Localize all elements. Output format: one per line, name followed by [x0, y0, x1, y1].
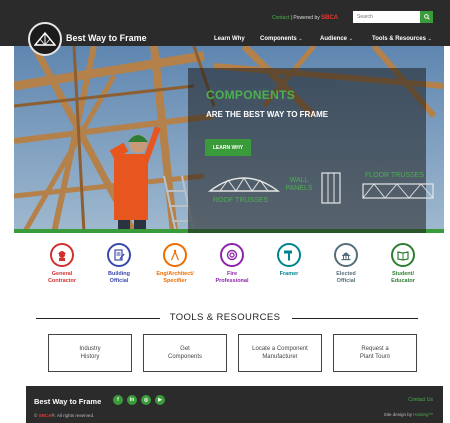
utility-separator: |	[290, 15, 292, 21]
site-title[interactable]: Best Way to Frame	[66, 33, 147, 43]
site-logo[interactable]	[28, 22, 62, 56]
audience-general-contractor[interactable]: General Contractor	[37, 243, 87, 285]
wall-panels-label-line2: PANELS	[285, 185, 313, 192]
tool-label-line1: Industry	[79, 346, 101, 352]
instagram-icon[interactable]: ◎	[141, 395, 151, 405]
tool-plant-tour[interactable]: Request a Plant Tour¤	[333, 334, 417, 372]
search-button[interactable]	[420, 11, 433, 23]
hardhat-person-icon	[50, 243, 74, 267]
search-icon	[423, 14, 430, 20]
footer-brand[interactable]: Best Way to Frame	[34, 397, 101, 406]
tool-label-line2: Manufacturer	[262, 354, 298, 360]
linkedin-icon[interactable]: in	[127, 395, 137, 405]
tool-label-line2: History	[80, 354, 100, 360]
tools-resources-heading: TOOLS & RESOURCES	[169, 312, 281, 323]
audience-label-line2: Official	[109, 278, 129, 284]
truss-logo-icon	[34, 32, 56, 46]
tool-label-line1: Get	[180, 346, 190, 352]
audience-fire-professional[interactable]: Fire Professional	[207, 243, 257, 285]
hammer-icon	[277, 243, 301, 267]
audience-label-line1: Elected	[336, 271, 356, 277]
audience-engineer-architect[interactable]: Eng/Architect/ Specifier	[150, 243, 200, 285]
book-icon	[391, 243, 415, 267]
site-footer: Best Way to Frame f in ◎ ▶ © SBCA®. All …	[26, 386, 443, 423]
utility-bar: Contact | Powered by SBCA	[272, 15, 338, 21]
wall-panels-label-line1: WALL	[289, 177, 309, 184]
audience-label: Building Official	[94, 271, 144, 285]
audience-label: Eng/Architect/ Specifier	[150, 271, 200, 285]
nav-label: Learn Why	[214, 36, 245, 42]
audience-label-line2: Specifier	[163, 278, 187, 284]
audience-label-line2: Professional	[215, 278, 249, 284]
document-pen-icon	[107, 243, 131, 267]
tool-label-line2: Plant Tour¤	[359, 354, 391, 360]
floor-truss-icon	[362, 183, 434, 199]
audience-label: Framer	[264, 271, 314, 278]
floor-trusses-label[interactable]: FLOOR TRUSSES	[365, 172, 424, 180]
roof-trusses-label[interactable]: ROOF TRUSSES	[213, 197, 268, 205]
site-design-credit: Site design by Hosting™	[384, 412, 433, 417]
tool-get-components[interactable]: Get Components	[143, 334, 227, 372]
lifebuoy-icon	[220, 243, 244, 267]
audience-elected-official[interactable]: Elected Official	[321, 243, 371, 285]
contact-link[interactable]: Contact	[272, 15, 289, 21]
footer-contact-link[interactable]: Contact Us	[408, 397, 433, 403]
design-credit-link[interactable]: Hosting™	[413, 412, 433, 417]
nav-components[interactable]: Components ⌄	[260, 36, 303, 42]
copyright-symbol: ©	[34, 413, 38, 418]
copyright: © SBCA®. All rights reserved.	[34, 413, 94, 418]
capitol-icon	[334, 243, 358, 267]
design-credit-text: Site design by	[383, 412, 412, 417]
hero-title: COMPONENTS	[206, 88, 296, 102]
audience-label: Student/ Educator	[378, 271, 428, 285]
nav-audience[interactable]: Audience ⌄	[320, 36, 353, 42]
youtube-icon[interactable]: ▶	[155, 395, 165, 405]
tool-label-line1: Request a	[361, 346, 389, 352]
audience-label: General Contractor	[37, 271, 87, 285]
powered-by-text: Powered by	[293, 15, 320, 21]
audience-label-line1: Eng/Architect/	[156, 271, 194, 277]
chevron-down-icon: ⌄	[348, 36, 353, 42]
tool-industry-history[interactable]: Industry History	[48, 334, 132, 372]
facebook-icon[interactable]: f	[113, 395, 123, 405]
audience-student-educator[interactable]: Student/ Educator	[378, 243, 428, 285]
audience-label-line1: General	[51, 271, 73, 277]
audience-framer[interactable]: Framer	[264, 243, 314, 278]
search-input[interactable]	[353, 11, 420, 23]
audience-label: Elected Official	[321, 271, 371, 285]
hero-subtitle: ARE THE BEST WAY TO FRAME	[206, 110, 329, 119]
nav-tools-resources[interactable]: Tools & Resources ⌄	[372, 36, 432, 42]
tool-locate-manufacturer[interactable]: Locate a Component Manufacturer	[238, 334, 322, 372]
nav-learn-why[interactable]: Learn Why	[214, 36, 245, 42]
roof-truss-icon	[208, 177, 280, 192]
wall-panel-icon	[321, 172, 341, 204]
chevron-down-icon: ⌄	[298, 36, 303, 42]
audience-label-line1: Framer	[279, 271, 299, 277]
tool-label-line1: Locate a Component	[252, 346, 308, 352]
copyright-text: ®. All rights reserved.	[51, 413, 95, 418]
audience-label-line1: Student/	[392, 271, 414, 277]
audience-label-line1: Fire	[226, 271, 238, 277]
audience-label-line2: Official	[336, 278, 356, 284]
audience-label-line2: Contractor	[47, 278, 77, 284]
nav-label: Components	[260, 36, 297, 42]
page: Contact | Powered by SBCA Best Way to Fr…	[0, 0, 450, 423]
audience-label-line2: Educator	[391, 278, 415, 284]
audience-label-line1: Building	[108, 271, 130, 277]
nav-label: Audience	[320, 36, 348, 42]
tool-label-line2: Components	[167, 354, 203, 360]
site-header: Contact | Powered by SBCA Best Way to Fr…	[0, 0, 450, 46]
audience-label: Fire Professional	[207, 271, 257, 285]
audience-building-official[interactable]: Building Official	[94, 243, 144, 285]
chevron-down-icon: ⌄	[427, 36, 432, 42]
sbca-logo[interactable]: SBCA	[321, 15, 338, 21]
compass-icon	[163, 243, 187, 267]
nav-label: Tools & Resources	[372, 36, 426, 42]
copyright-sbca[interactable]: SBCA	[39, 413, 52, 418]
wall-panels-label[interactable]: WALL PANELS	[284, 177, 314, 193]
learn-why-button[interactable]: LEARN WHY	[205, 139, 251, 156]
